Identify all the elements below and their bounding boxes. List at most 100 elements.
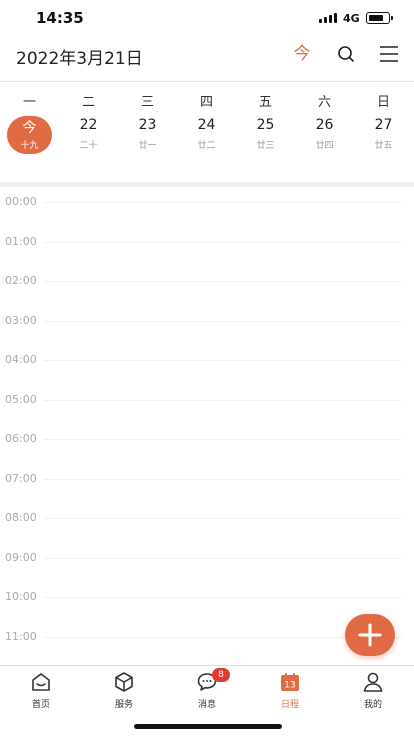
hour-label: 11:00 — [5, 629, 37, 643]
hour-label: 07:00 — [5, 471, 37, 485]
day-column-mon[interactable]: 一 今 十九 — [0, 82, 59, 182]
day-cell[interactable]: 26 廿四 — [302, 116, 347, 154]
day-column-thu[interactable]: 四 24 廿二 — [177, 82, 236, 182]
hour-divider — [44, 320, 402, 322]
hour-label: 09:00 — [5, 550, 37, 564]
battery-icon — [366, 12, 393, 24]
day-cell-today[interactable]: 今 十九 — [7, 116, 52, 154]
day-number: 22 — [79, 117, 98, 133]
hour-divider — [44, 518, 402, 519]
tab-messages[interactable]: 8 消息 — [166, 668, 248, 711]
hour-slot[interactable]: 07:00 — [0, 464, 414, 504]
hour-divider — [44, 557, 402, 559]
day-number: 今 — [22, 120, 37, 136]
hour-slot[interactable]: 08:00 — [0, 503, 414, 543]
hour-slot[interactable]: 09:00 — [0, 543, 414, 583]
hour-label: 00:00 — [5, 195, 37, 208]
weekday-label: 五 — [258, 95, 272, 110]
hour-divider — [44, 439, 402, 440]
day-cell[interactable]: 25 廿三 — [243, 116, 288, 154]
unread-badge: 8 — [212, 668, 230, 682]
hour-label: 10:00 — [5, 590, 37, 603]
home-icon — [30, 671, 52, 693]
hour-divider — [44, 399, 402, 401]
day-column-sat[interactable]: 六 26 廿四 — [295, 82, 354, 182]
weekday-label: 六 — [317, 95, 331, 110]
day-column-sun[interactable]: 日 27 廿五 — [354, 82, 413, 182]
day-column-tue[interactable]: 二 22 二十 — [59, 82, 118, 182]
menu-icon[interactable] — [376, 42, 402, 66]
tab-services[interactable]: 服务 — [83, 671, 165, 711]
hour-divider — [44, 202, 402, 203]
day-number: 24 — [197, 117, 216, 133]
weekday-label: 日 — [376, 95, 390, 110]
day-number: 25 — [256, 117, 275, 133]
day-number: 27 — [374, 117, 393, 133]
hour-slot[interactable]: 00:00 — [0, 187, 414, 227]
lunar-date: 廿四 — [315, 141, 334, 151]
tab-label: 首页 — [31, 700, 50, 710]
lunar-date: 廿二 — [197, 141, 216, 151]
add-event-button[interactable] — [345, 614, 395, 656]
hour-label: 08:00 — [5, 511, 37, 524]
today-button[interactable]: 今 — [290, 42, 314, 66]
hour-slot[interactable]: 06:00 — [0, 424, 414, 464]
plus-icon — [358, 623, 382, 647]
hour-slot[interactable]: 05:00 — [0, 385, 414, 425]
tab-label: 日程 — [280, 700, 299, 710]
day-number: 26 — [315, 117, 334, 133]
hour-divider — [44, 360, 402, 361]
day-column-fri[interactable]: 五 25 廿三 — [236, 82, 295, 182]
tab-home[interactable]: 首页 — [0, 671, 82, 711]
hour-slot[interactable]: 04:00 — [0, 345, 414, 385]
day-cell[interactable]: 22 二十 — [66, 116, 111, 154]
search-icon[interactable] — [334, 42, 358, 66]
hour-divider — [44, 478, 402, 480]
hour-divider — [44, 281, 402, 282]
hour-slot[interactable]: 02:00 — [0, 266, 414, 306]
hour-slot[interactable]: 10:00 — [0, 582, 414, 622]
tab-label: 消息 — [197, 700, 216, 710]
day-cell[interactable]: 24 廿二 — [184, 116, 229, 154]
calendar-header: 2022年3月21日 今 — [0, 36, 414, 82]
lunar-date: 廿五 — [374, 141, 393, 151]
box-icon — [113, 671, 135, 693]
day-column-wed[interactable]: 三 23 廿一 — [118, 82, 177, 182]
hour-label: 03:00 — [5, 313, 37, 327]
hour-label: 05:00 — [5, 392, 37, 406]
day-cell[interactable]: 27 廿五 — [361, 116, 406, 154]
status-bar: 14:35 4G — [0, 0, 414, 36]
hour-slot[interactable]: 01:00 — [0, 227, 414, 267]
lunar-date: 二十 — [79, 141, 98, 151]
weekday-label: 二 — [81, 95, 95, 110]
calendar-icon-number: 13 — [284, 681, 295, 691]
day-cell[interactable]: 23 廿一 — [125, 116, 170, 154]
tab-schedule[interactable]: 13 日程 — [249, 671, 331, 711]
weekday-label: 一 — [22, 95, 36, 110]
day-number: 23 — [138, 117, 157, 133]
network-type: 4G — [343, 12, 360, 25]
current-date-title[interactable]: 2022年3月21日 — [16, 44, 143, 69]
weekday-label: 三 — [140, 95, 154, 110]
day-timeline[interactable]: 00:00 01:00 02:00 03:00 04:00 05:00 06:0… — [0, 187, 414, 665]
status-time: 14:35 — [36, 9, 84, 27]
tab-label: 我的 — [363, 700, 382, 710]
user-icon — [362, 671, 384, 693]
hour-divider — [44, 597, 402, 598]
week-strip: 一 今 十九 二 22 二十 三 23 廿一 四 24 廿二 五 25 廿三 六 — [0, 82, 414, 182]
home-indicator — [134, 724, 282, 729]
calendar-icon: 13 — [279, 671, 301, 693]
hour-label: 04:00 — [5, 353, 37, 366]
weekday-label: 四 — [199, 95, 213, 110]
tab-label: 服务 — [114, 700, 133, 710]
lunar-date: 十九 — [20, 141, 39, 151]
hour-label: 01:00 — [5, 234, 37, 248]
hour-slot[interactable]: 03:00 — [0, 306, 414, 346]
hour-label: 06:00 — [5, 432, 37, 445]
hour-label: 02:00 — [5, 274, 37, 287]
lunar-date: 廿一 — [138, 141, 157, 151]
hour-divider — [44, 241, 402, 243]
tab-profile[interactable]: 我的 — [332, 671, 414, 711]
signal-icon — [319, 13, 337, 23]
lunar-date: 廿三 — [256, 141, 275, 151]
